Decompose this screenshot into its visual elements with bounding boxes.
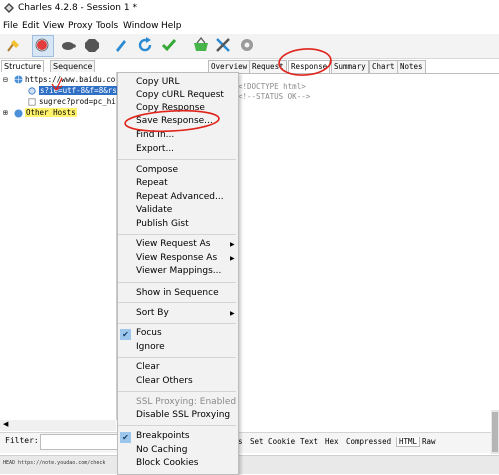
annotation-overlay <box>51 48 332 133</box>
annotation-circle-response-tab <box>278 48 332 76</box>
annotation-arrow-icon <box>51 77 63 91</box>
annotation-circle-save-response <box>124 109 220 133</box>
